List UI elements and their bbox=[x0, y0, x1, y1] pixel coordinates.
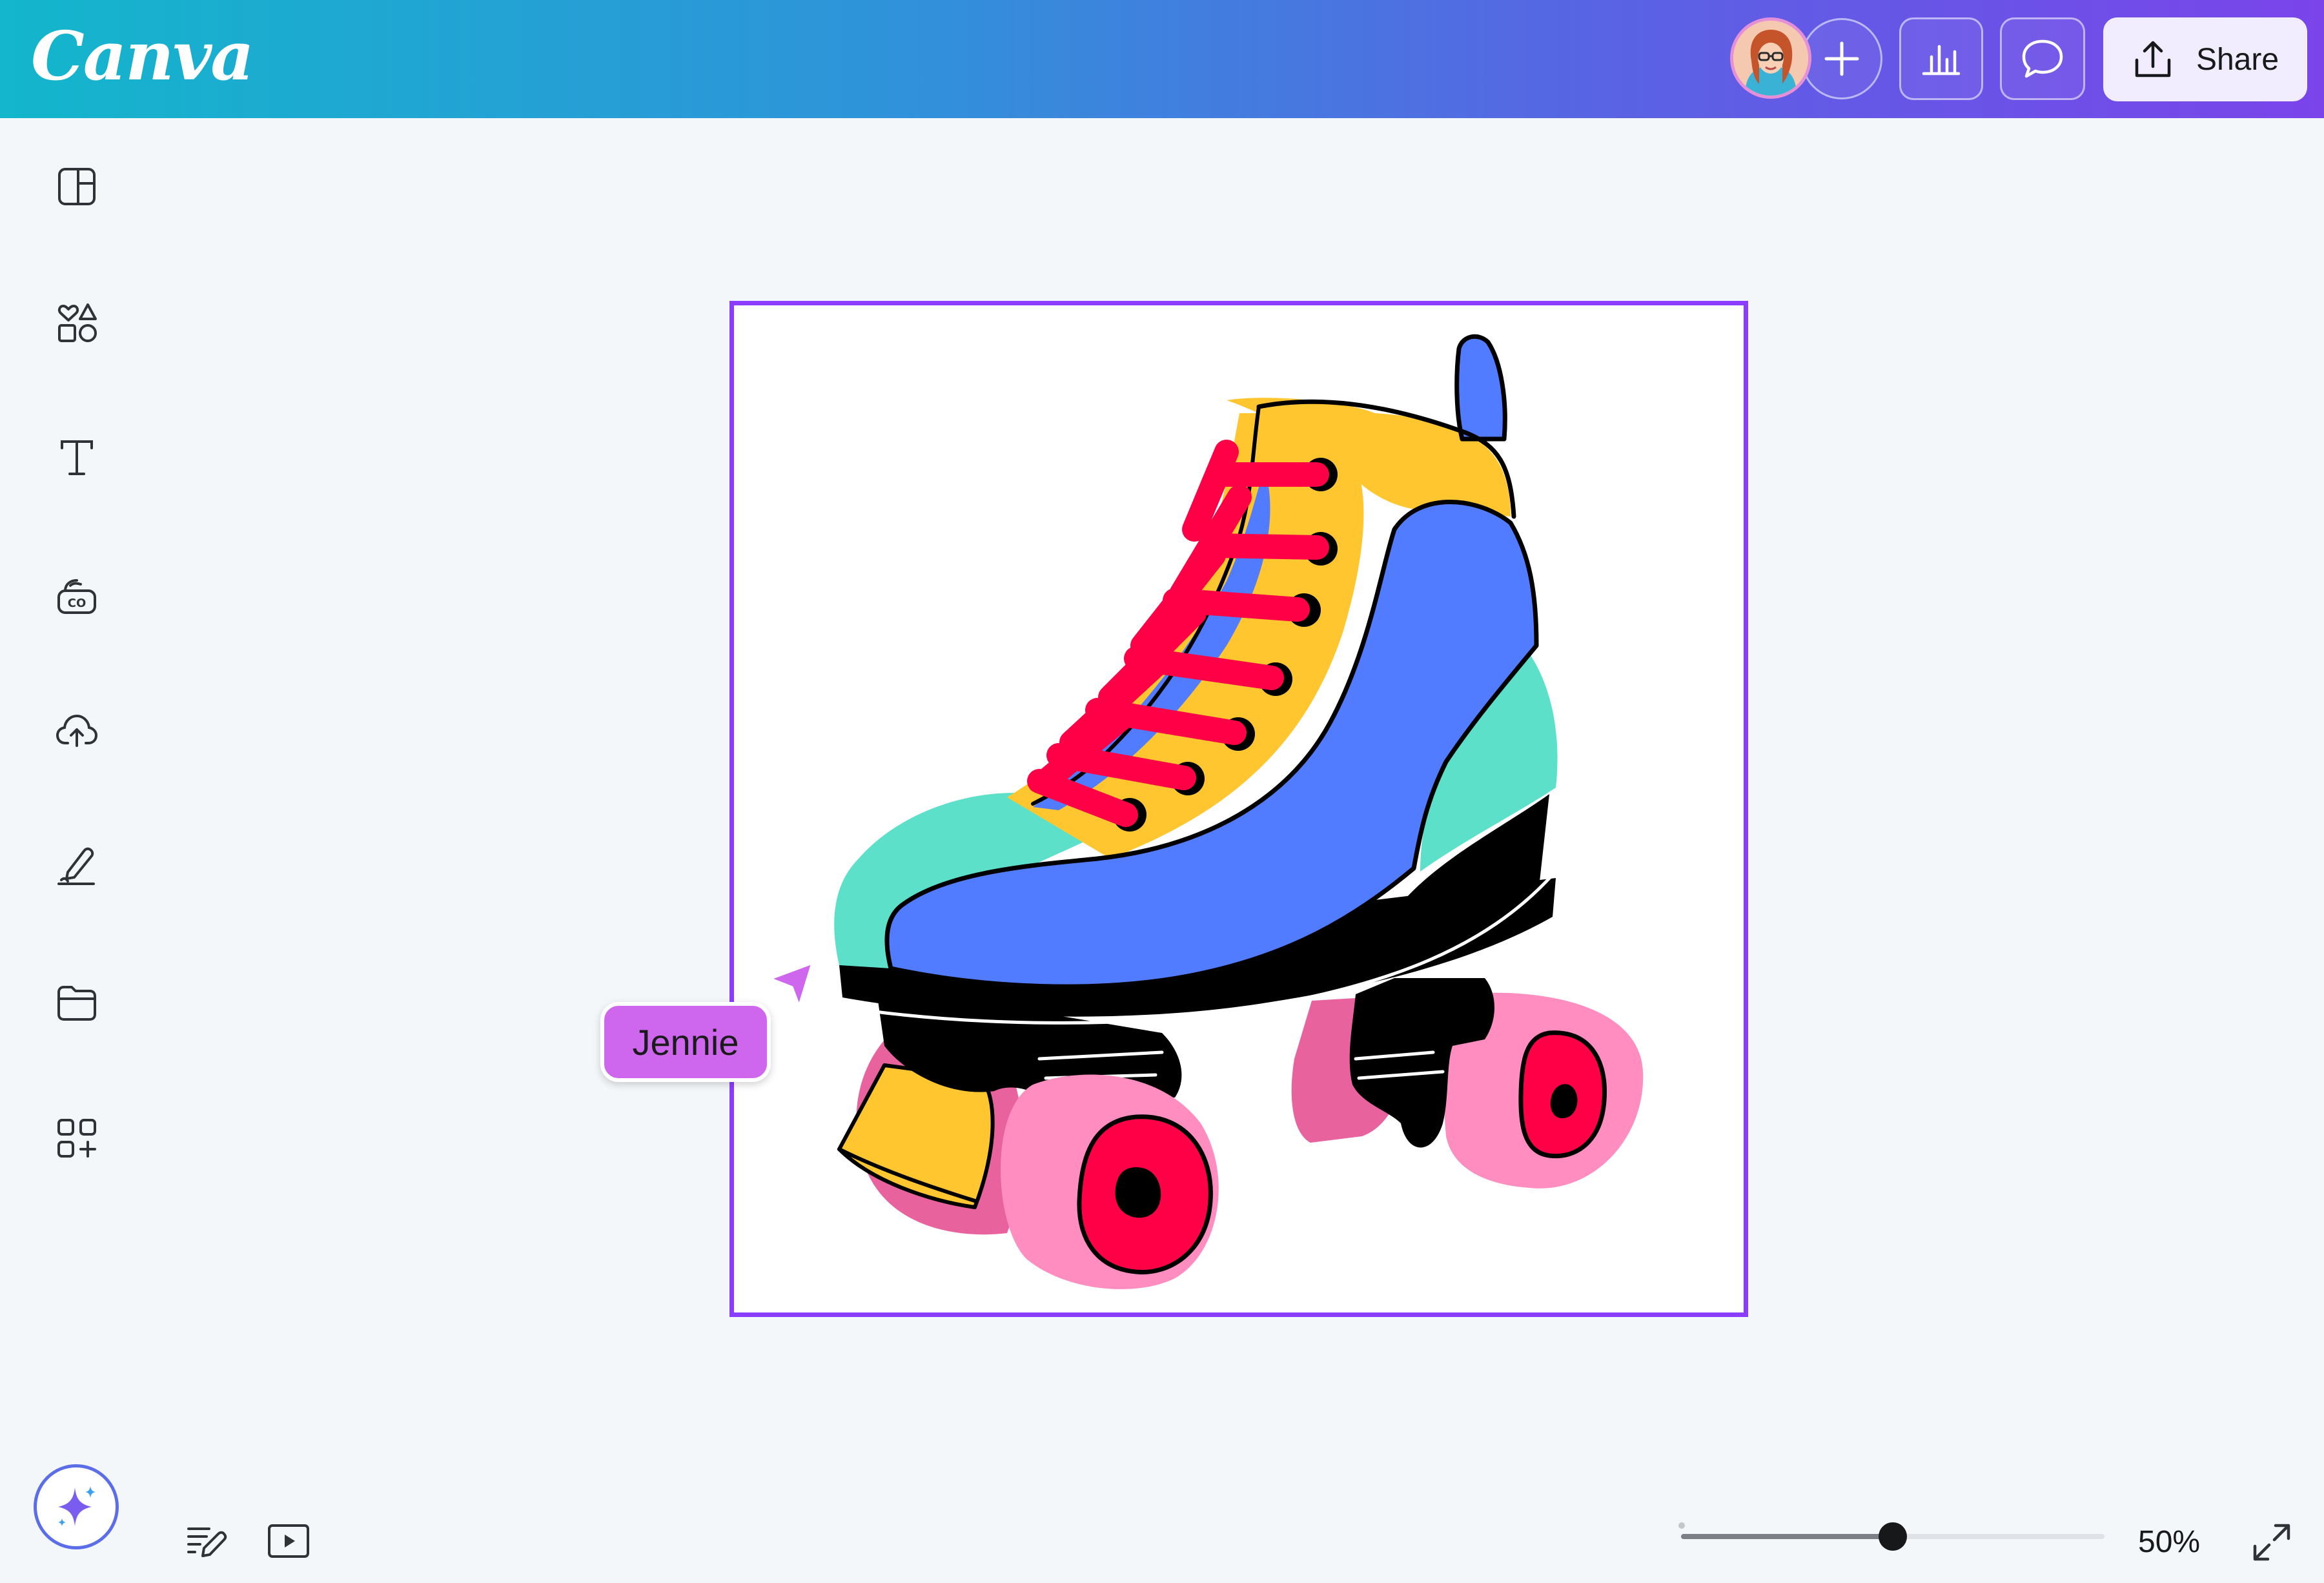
add-collaborator-button[interactable] bbox=[1801, 18, 1882, 99]
avatar[interactable] bbox=[1730, 17, 1811, 99]
canva-logo[interactable]: Canva bbox=[31, 14, 254, 98]
sidebar-item-design[interactable] bbox=[49, 159, 105, 214]
notes-button[interactable] bbox=[181, 1516, 231, 1566]
fullscreen-button[interactable] bbox=[2247, 1517, 2297, 1568]
pen-draw-icon bbox=[57, 847, 95, 885]
sidebar-item-elements[interactable] bbox=[49, 294, 105, 350]
insights-button[interactable] bbox=[1899, 17, 1983, 100]
user-avatar-icon bbox=[1733, 21, 1808, 96]
sidebar-item-draw[interactable] bbox=[49, 838, 105, 894]
comment-button[interactable] bbox=[2000, 17, 2085, 100]
share-upload-icon bbox=[2135, 41, 2171, 77]
folder-icon bbox=[57, 986, 96, 1021]
insights-chart-icon bbox=[1922, 45, 1961, 76]
zoom-slider[interactable] bbox=[1681, 1522, 2105, 1551]
apps-grid-icon bbox=[57, 1119, 96, 1158]
shapes-icon bbox=[57, 303, 97, 342]
present-button[interactable] bbox=[263, 1516, 314, 1566]
comment-icon bbox=[2022, 39, 2063, 78]
svg-text:CO: CO bbox=[68, 597, 87, 610]
zoom-level[interactable]: 50% bbox=[2138, 1518, 2200, 1566]
present-icon bbox=[268, 1524, 309, 1558]
layout-panel-icon bbox=[58, 168, 96, 205]
zoom-slider-fill bbox=[1681, 1534, 1893, 1539]
sidebar-item-apps[interactable] bbox=[49, 1110, 105, 1166]
magic-sparkle-icon bbox=[58, 1486, 96, 1526]
magic-assistant-button[interactable] bbox=[34, 1464, 119, 1549]
share-button[interactable]: Share bbox=[2103, 17, 2307, 101]
top-bar: Canva Share bbox=[0, 0, 2324, 118]
cursor-arrow-icon bbox=[766, 960, 815, 1010]
heel-tab bbox=[1454, 334, 1507, 442]
fullscreen-icon bbox=[2253, 1524, 2290, 1561]
brand-kit-icon: CO bbox=[57, 579, 96, 614]
front-wheel-center bbox=[1115, 1167, 1161, 1218]
plus-icon bbox=[1824, 41, 1859, 76]
collaborator-cursor bbox=[760, 955, 820, 1018]
roller-skate-illustration[interactable] bbox=[734, 305, 1744, 1312]
sidebar-item-brand[interactable]: CO bbox=[49, 568, 105, 624]
text-icon bbox=[61, 440, 93, 475]
design-page[interactable] bbox=[729, 301, 1748, 1317]
sidebar-item-uploads[interactable] bbox=[49, 702, 105, 758]
sidebar-item-text[interactable] bbox=[49, 430, 105, 485]
cloud-upload-icon bbox=[56, 714, 98, 747]
zoom-slider-thumb[interactable] bbox=[1879, 1522, 1907, 1551]
collaborator-name-tag: Jennie bbox=[600, 1002, 771, 1082]
sidebar-item-projects[interactable] bbox=[49, 975, 105, 1030]
share-label: Share bbox=[2196, 42, 2279, 77]
slider-min-dot bbox=[1678, 1522, 1685, 1529]
notes-icon bbox=[187, 1527, 227, 1557]
